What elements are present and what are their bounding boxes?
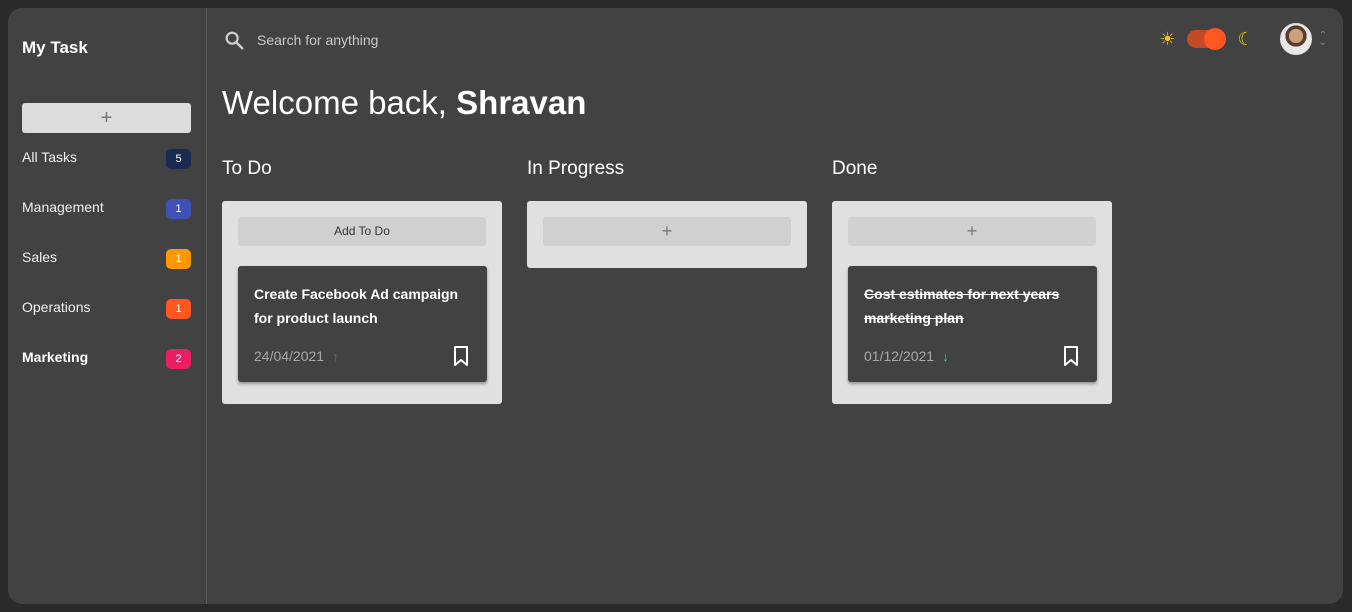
sidebar-item-label: Marketing xyxy=(22,349,89,365)
sidebar-item-sales[interactable]: Sales 1 xyxy=(22,246,191,296)
sidebar-item-marketing[interactable]: Marketing 2 xyxy=(22,346,191,396)
sidebar-item-operations[interactable]: Operations 1 xyxy=(22,296,191,346)
task-title: Cost estimates for next years marketing … xyxy=(864,286,1060,326)
avatar[interactable] xyxy=(1279,23,1312,55)
arrow-up-icon: ↑ xyxy=(332,348,339,364)
count-badge: 5 xyxy=(166,149,191,169)
count-badge: 2 xyxy=(166,349,191,369)
add-category-button[interactable]: + xyxy=(22,103,191,133)
column-title-done: Done xyxy=(832,158,878,179)
count-badge: 1 xyxy=(166,299,191,319)
sidebar-item-management[interactable]: Management 1 xyxy=(22,196,191,246)
sun-icon: ☀ xyxy=(1159,29,1176,49)
sidebar-item-label: All Tasks xyxy=(22,149,77,165)
sidebar: My Task + All Tasks 5 Management 1 Sales… xyxy=(8,8,207,604)
add-todo-button[interactable]: Add To Do xyxy=(238,217,486,246)
welcome-prefix: Welcome back, xyxy=(222,84,457,121)
arrow-down-icon: ↓ xyxy=(942,348,949,364)
column-done: + Cost estimates for next years marketin… xyxy=(832,201,1112,404)
column-todo: Add To Do Create Facebook Ad campaign fo… xyxy=(222,201,502,404)
column-title-in-progress: In Progress xyxy=(527,158,625,179)
add-in-progress-button[interactable]: + xyxy=(543,217,791,246)
task-date: 24/04/2021 xyxy=(254,348,325,364)
task-title: Create Facebook Ad campaign for product … xyxy=(254,286,459,326)
user-name: Shravan xyxy=(456,84,587,121)
count-badge: 1 xyxy=(166,249,191,269)
bookmark-icon[interactable] xyxy=(453,346,469,366)
sidebar-item-label: Management xyxy=(22,199,104,215)
welcome-heading: Welcome back, Shravan xyxy=(222,84,586,122)
task-meta: 24/04/2021 ↑ xyxy=(254,348,339,364)
sidebar-item-all-tasks[interactable]: All Tasks 5 xyxy=(22,146,191,196)
column-in-progress: + xyxy=(527,201,807,268)
chevron-updown-icon[interactable]: ⌃ ⌄ xyxy=(1319,31,1327,48)
theme-toggle[interactable] xyxy=(1187,28,1227,50)
sidebar-item-label: Operations xyxy=(22,299,91,315)
column-title-todo: To Do xyxy=(222,158,272,179)
app-title: My Task xyxy=(22,38,88,57)
toggle-knob xyxy=(1204,28,1227,50)
count-badge: 1 xyxy=(166,199,191,219)
task-card[interactable]: Cost estimates for next years marketing … xyxy=(848,266,1097,382)
search-bar[interactable]: Search for anything xyxy=(223,29,378,51)
header-controls: ☀ ☾ ⌃ ⌄ xyxy=(1159,23,1327,55)
category-list: All Tasks 5 Management 1 Sales 1 Operati… xyxy=(22,146,191,396)
main-content: Search for anything ☀ ☾ ⌃ ⌄ Welcome back,… xyxy=(207,8,1343,604)
app-window: My Task + All Tasks 5 Management 1 Sales… xyxy=(8,8,1343,604)
task-meta: 01/12/2021 ↓ xyxy=(864,348,949,364)
add-done-button[interactable]: + xyxy=(848,217,1096,246)
task-date: 01/12/2021 xyxy=(864,348,935,364)
search-input[interactable]: Search for anything xyxy=(257,32,378,48)
task-card[interactable]: Create Facebook Ad campaign for product … xyxy=(238,266,487,382)
bookmark-icon[interactable] xyxy=(1063,346,1079,366)
moon-icon: ☾ xyxy=(1237,29,1254,49)
sidebar-item-label: Sales xyxy=(22,249,58,265)
search-icon xyxy=(225,31,244,50)
